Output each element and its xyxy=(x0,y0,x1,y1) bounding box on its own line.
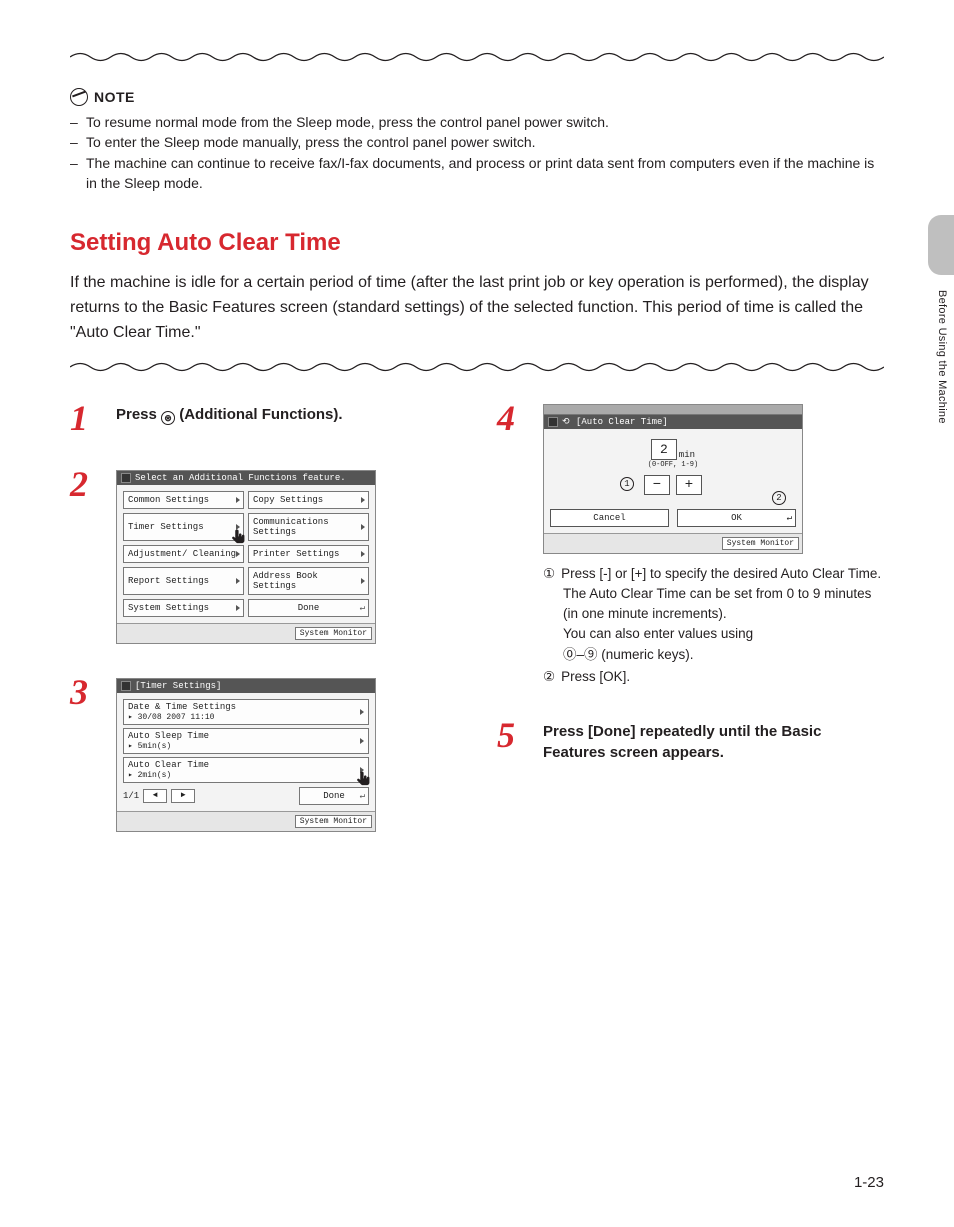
side-tab xyxy=(928,215,954,275)
panel-header: [Timer Settings] xyxy=(117,679,375,693)
chevron-right-icon xyxy=(360,738,364,744)
auto-clear-time-panel: ⟲ [Auto Clear Time] 2 min (0-OFF, 1-9) 1… xyxy=(543,404,803,554)
ok-button[interactable]: OK↵ xyxy=(677,509,796,527)
copy-settings-button[interactable]: Copy Settings xyxy=(248,491,369,509)
left-column: 1 Press ⊛ (Additional Functions). 2 Sele… xyxy=(70,400,457,862)
page-prev-button[interactable]: ◄ xyxy=(143,789,167,803)
circled-2: ② xyxy=(543,667,555,687)
system-settings-button[interactable]: System Settings xyxy=(123,599,244,617)
auto-clear-time-row[interactable]: Auto Clear Time▸ 2min(s) xyxy=(123,757,369,783)
step-1-text: Press ⊛ (Additional Functions). xyxy=(116,404,457,425)
numeric-keys-icon: ⓪–⑨ xyxy=(563,647,598,662)
cancel-button[interactable]: Cancel xyxy=(550,509,669,527)
address-book-settings-button[interactable]: Address Book Settings xyxy=(248,567,369,595)
communications-settings-button[interactable]: Communications Settings xyxy=(248,513,369,541)
common-settings-button[interactable]: Common Settings xyxy=(123,491,244,509)
panel-header: Select an Additional Functions feature. xyxy=(117,471,375,485)
gear-icon xyxy=(121,473,131,483)
system-monitor-button[interactable]: System Monitor xyxy=(722,537,799,550)
step-number: 2 xyxy=(70,466,98,644)
step-number: 5 xyxy=(497,717,525,763)
timer-settings-button[interactable]: Timer Settings xyxy=(123,513,244,541)
step-number: 4 xyxy=(497,400,525,688)
additional-functions-icon: ⊛ xyxy=(161,411,175,425)
adjustment-cleaning-button[interactable]: Adjustment/ Cleaning xyxy=(123,545,244,563)
additional-functions-panel: Select an Additional Functions feature. … xyxy=(116,470,376,644)
section-intro: If the machine is idle for a certain per… xyxy=(70,271,884,345)
step-4: 4 ⟲ [Auto Clear Time] 2 min (0-OFF, 1 xyxy=(497,400,884,688)
step-5: 5 Press [Done] repeatedly until the Basi… xyxy=(497,717,884,763)
auto-sleep-time-row[interactable]: Auto Sleep Time▸ 5min(s) xyxy=(123,728,369,754)
printer-settings-button[interactable]: Printer Settings xyxy=(248,545,369,563)
pager: 1/1 ◄ ► xyxy=(123,789,195,803)
done-button[interactable]: Done xyxy=(248,599,369,617)
note-block: NOTE To resume normal mode from the Slee… xyxy=(70,88,884,193)
note-item: The machine can continue to receive fax/… xyxy=(70,153,884,194)
page-number: 1-23 xyxy=(854,1174,884,1191)
minutes-value: 2 xyxy=(651,439,677,460)
side-tab-label: Before Using the Machine xyxy=(936,290,948,424)
chevron-right-icon xyxy=(360,709,364,715)
note-list: To resume normal mode from the Sleep mod… xyxy=(70,112,884,193)
note-item: To resume normal mode from the Sleep mod… xyxy=(70,112,884,132)
timer-settings-panel: [Timer Settings] Date & Time Settings▸ 3… xyxy=(116,678,376,832)
wavy-divider-mid xyxy=(70,360,884,374)
report-settings-button[interactable]: Report Settings xyxy=(123,567,244,595)
page-next-button[interactable]: ► xyxy=(171,789,195,803)
note-icon xyxy=(70,88,88,106)
note-item: To enter the Sleep mode manually, press … xyxy=(70,132,884,152)
step-number: 3 xyxy=(70,674,98,832)
plus-button[interactable]: + xyxy=(676,475,702,495)
wavy-divider-top xyxy=(70,50,884,64)
system-monitor-button[interactable]: System Monitor xyxy=(295,815,372,828)
gear-icon xyxy=(121,681,131,691)
steps-area: 1 Press ⊛ (Additional Functions). 2 Sele… xyxy=(70,400,884,862)
step-4-substeps: ① Press [-] or [+] to specify the desire… xyxy=(543,564,884,688)
section-title: Setting Auto Clear Time xyxy=(70,229,884,257)
panel-header: ⟲ [Auto Clear Time] xyxy=(544,415,802,429)
back-icon: ⟲ xyxy=(562,417,572,427)
date-time-settings-row[interactable]: Date & Time Settings▸ 30/08 2007 11:10 xyxy=(123,699,369,725)
step-1: 1 Press ⊛ (Additional Functions). xyxy=(70,400,457,436)
step-number: 1 xyxy=(70,400,98,436)
system-monitor-button[interactable]: System Monitor xyxy=(295,627,372,640)
note-label: NOTE xyxy=(94,89,135,105)
step-3: 3 [Timer Settings] Date & Time Settings▸… xyxy=(70,674,457,832)
note-heading: NOTE xyxy=(70,88,884,106)
step-5-text: Press [Done] repeatedly until the Basic … xyxy=(543,721,884,763)
callout-2: 2 xyxy=(772,491,786,505)
gear-icon xyxy=(548,417,558,427)
done-button[interactable]: Done xyxy=(299,787,369,805)
right-column: 4 ⟲ [Auto Clear Time] 2 min (0-OFF, 1 xyxy=(497,400,884,862)
panel-top-bar xyxy=(544,405,802,415)
step-2: 2 Select an Additional Functions feature… xyxy=(70,466,457,644)
minus-button[interactable]: − xyxy=(644,475,670,495)
callout-1: 1 xyxy=(620,477,634,491)
circled-1: ① xyxy=(543,564,555,584)
